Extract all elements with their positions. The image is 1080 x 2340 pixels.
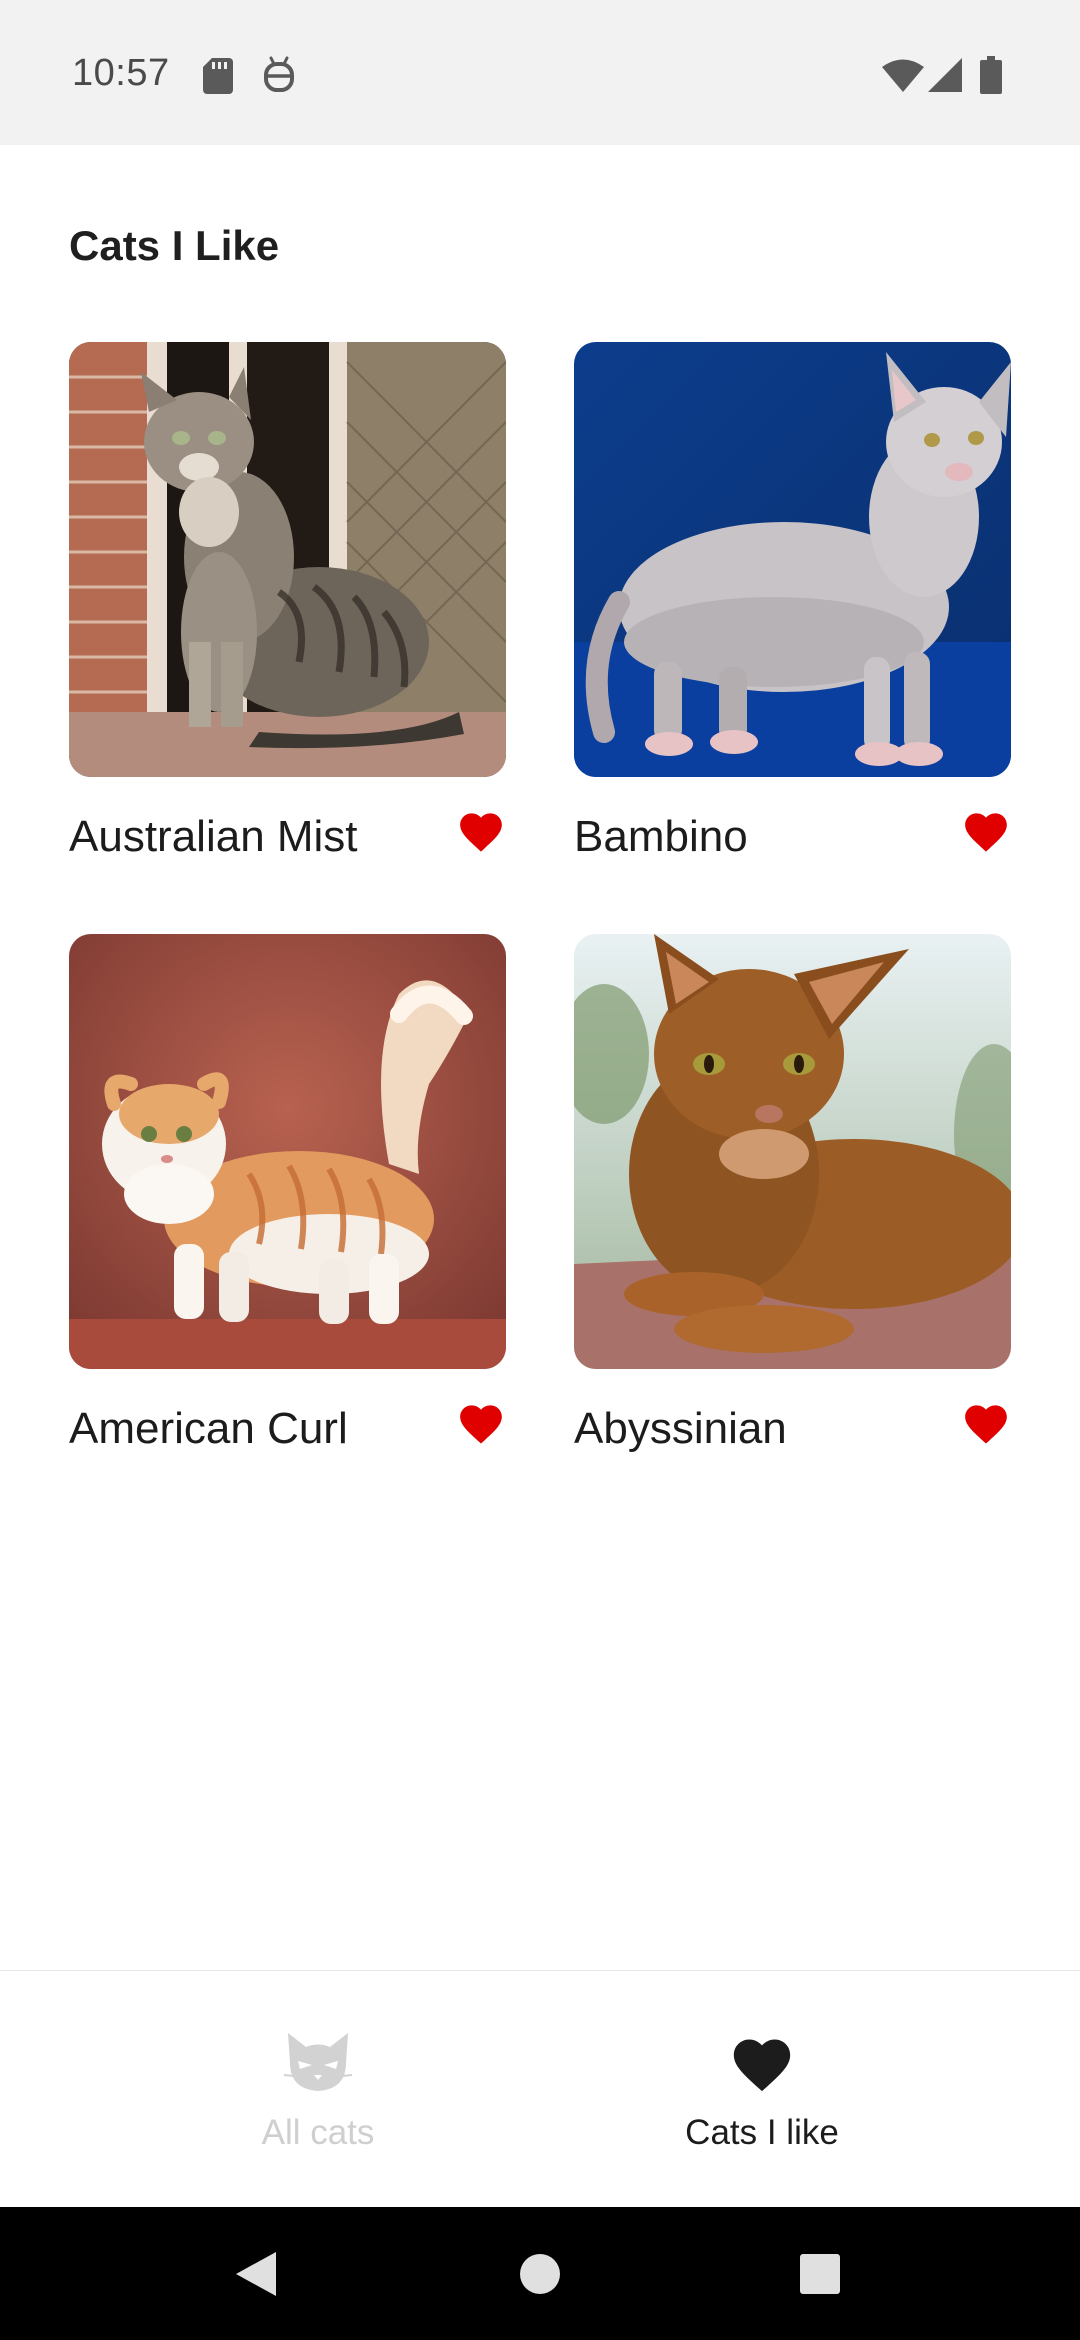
cat-face-icon: [283, 2029, 353, 2100]
back-icon[interactable]: [236, 2252, 276, 2301]
page-title: Cats I Like: [69, 222, 280, 269]
heart-icon[interactable]: [456, 1399, 506, 1445]
heart-icon[interactable]: [456, 807, 506, 853]
cat-card-australian-mist[interactable]: Australian Mist: [69, 342, 506, 862]
cat-name: Australian Mist: [69, 812, 358, 861]
bottom-navigation: All cats Cats I like: [0, 1970, 1080, 2207]
status-bar: 10:57: [0, 0, 1080, 145]
system-navigation-bar: [0, 2207, 1080, 2340]
home-icon[interactable]: [519, 2253, 561, 2300]
cat-card-bambino[interactable]: Bambino: [574, 342, 1011, 862]
nav-item-cats-i-like[interactable]: Cats I like: [492, 1971, 1032, 2208]
sd-card-icon: [203, 58, 233, 99]
cat-name: Abyssinian: [574, 1404, 787, 1453]
nav-label: Cats I like: [685, 2113, 839, 2152]
cat-image[interactable]: [574, 342, 1011, 777]
heart-icon: [728, 2031, 796, 2098]
heart-icon[interactable]: [961, 1399, 1011, 1445]
heart-icon[interactable]: [961, 807, 1011, 853]
recents-icon[interactable]: [800, 2254, 840, 2299]
app-screen: 10:57 Cats I Like Australian Mist Bambin…: [0, 0, 1080, 2340]
battery-icon: [980, 56, 1002, 99]
wifi-icon: [882, 58, 924, 97]
cat-name: Bambino: [574, 812, 748, 861]
android-debug-icon: [263, 56, 295, 99]
cat-image[interactable]: [69, 934, 506, 1369]
cat-name: American Curl: [69, 1404, 348, 1453]
cat-grid: Australian Mist Bambino American Curl Ab…: [69, 342, 1011, 1462]
cellular-signal-icon: [928, 58, 962, 97]
cat-image[interactable]: [69, 342, 506, 777]
status-time: 10:57: [72, 52, 170, 94]
cat-image[interactable]: [574, 934, 1011, 1369]
cat-card-american-curl[interactable]: American Curl: [69, 934, 506, 1454]
cat-card-abyssinian[interactable]: Abyssinian: [574, 934, 1011, 1454]
